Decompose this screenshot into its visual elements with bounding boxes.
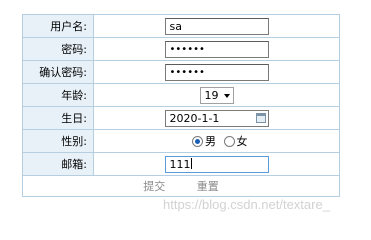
watermark-text: https://blog.csdn.net/textare_ [163,197,330,212]
form-row-gender: 性别: 男 女 [22,129,340,153]
form-row-username: 用户名: sa [22,14,340,38]
age-label: 年龄: [22,83,94,107]
form-row-birthday: 生日: 2020-1-1 [22,106,340,130]
gender-female-radio[interactable] [223,135,235,147]
gender-female-label: 女 [236,135,248,148]
birthday-value: 2020-1-1 [169,111,220,125]
calendar-icon[interactable] [255,112,266,123]
gender-male-label: 男 [205,135,216,148]
form-row-buttons: 提交 重置 [22,175,340,197]
email-label: 邮箱: [22,152,94,176]
submit-button[interactable]: 提交 [143,180,165,193]
form-row-age: 年龄: 19 [22,83,340,107]
age-select-value: 19 [204,88,219,102]
confirm-password-input[interactable]: •••••• [164,63,269,81]
username-input[interactable]: sa [164,17,269,35]
password-label: 密码: [22,37,94,61]
reset-button[interactable]: 重置 [197,180,219,193]
email-value: 111 [169,157,191,171]
form-row-password: 密码: •••••• [22,37,340,61]
age-select[interactable]: 19 [199,86,234,104]
email-input[interactable]: 111 [164,155,269,173]
form-row-confirm-password: 确认密码: •••••• [22,60,340,84]
form-row-email: 邮箱: 111 [22,152,340,176]
text-cursor [190,157,192,169]
registration-form: 用户名: sa 密码: •••••• 确认密码: •••••• 年龄: 19 生… [22,14,340,197]
username-label: 用户名: [22,14,94,38]
birthday-label: 生日: [22,106,94,130]
password-input[interactable]: •••••• [164,40,269,58]
birthday-input[interactable]: 2020-1-1 [164,109,269,127]
gender-male-radio[interactable] [192,135,203,147]
chevron-down-icon [223,93,230,98]
confirm-password-label: 确认密码: [22,60,94,84]
gender-label: 性别: [22,129,94,153]
